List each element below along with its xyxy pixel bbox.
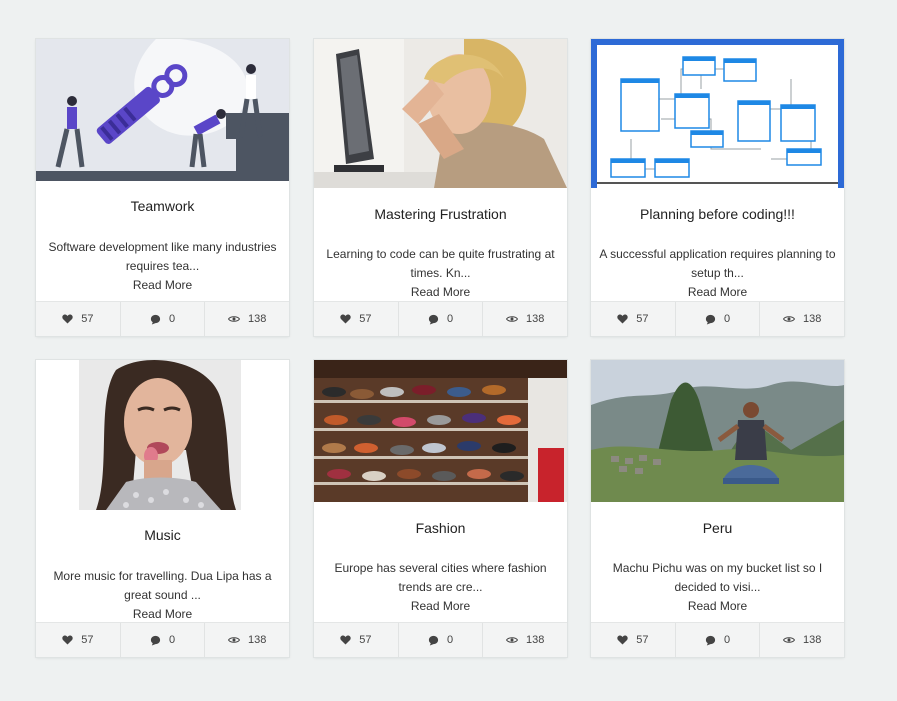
- eye-icon: [783, 315, 795, 323]
- post-title[interactable]: Planning before coding!!!: [591, 206, 844, 222]
- heart-icon: [62, 314, 73, 324]
- post-image[interactable]: [314, 360, 567, 502]
- view-count: 138: [803, 634, 822, 646]
- post-stats-bar: 57 0 138: [36, 622, 289, 657]
- post-excerpt: Learning to code can be quite frustratin…: [326, 247, 555, 280]
- view-count: 138: [248, 313, 267, 325]
- post-card[interactable]: Music More music for travelling. Dua Lip…: [36, 360, 289, 657]
- views-stat[interactable]: 138: [760, 623, 844, 657]
- comment-icon: [150, 314, 161, 325]
- view-count: 138: [248, 634, 267, 646]
- like-button[interactable]: 57: [591, 302, 676, 336]
- post-image[interactable]: [591, 360, 844, 502]
- like-count: 57: [636, 634, 649, 646]
- view-count: 138: [803, 313, 822, 325]
- post-stats-bar: 57 0 138: [591, 622, 844, 657]
- views-stat[interactable]: 138: [483, 623, 567, 657]
- views-stat[interactable]: 138: [760, 302, 844, 336]
- post-title[interactable]: Music: [36, 527, 289, 543]
- comment-button[interactable]: 0: [676, 623, 761, 657]
- read-more-link[interactable]: Read More: [314, 599, 567, 613]
- post-excerpt: More music for travelling. Dua Lipa has …: [53, 569, 272, 602]
- read-more-link[interactable]: Read More: [314, 285, 567, 299]
- eye-icon: [506, 315, 518, 323]
- heart-icon: [617, 314, 628, 324]
- post-excerpt: A successful application requires planni…: [599, 247, 836, 280]
- post-image[interactable]: [591, 39, 844, 188]
- comment-count: 0: [446, 634, 454, 646]
- comment-button[interactable]: 0: [676, 302, 761, 336]
- eye-icon: [506, 636, 518, 644]
- comment-count: 0: [168, 634, 176, 646]
- like-button[interactable]: 57: [36, 623, 121, 657]
- eye-icon: [228, 636, 240, 644]
- like-count: 57: [359, 634, 372, 646]
- comment-count: 0: [168, 313, 176, 325]
- post-image[interactable]: [36, 360, 289, 510]
- eye-icon: [228, 315, 240, 323]
- views-stat[interactable]: 138: [205, 623, 289, 657]
- views-stat[interactable]: 138: [483, 302, 567, 336]
- comment-icon: [705, 635, 716, 646]
- like-button[interactable]: 57: [36, 302, 121, 336]
- post-card[interactable]: Peru Machu Pichu was on my bucket list s…: [591, 360, 844, 657]
- like-button[interactable]: 57: [591, 623, 676, 657]
- post-excerpt: Europe has several cities where fashion …: [334, 561, 547, 594]
- read-more-link[interactable]: Read More: [591, 285, 844, 299]
- like-button[interactable]: 57: [314, 623, 399, 657]
- post-card[interactable]: Mastering Frustration Learning to code c…: [314, 39, 567, 336]
- read-more-link[interactable]: Read More: [591, 599, 844, 613]
- post-title[interactable]: Teamwork: [36, 198, 289, 214]
- post-title[interactable]: Fashion: [314, 520, 567, 536]
- post-excerpt: Machu Pichu was on my bucket list so I d…: [612, 561, 823, 594]
- post-stats-bar: 57 0 138: [36, 301, 289, 336]
- heart-icon: [62, 635, 73, 645]
- comment-count: 0: [446, 313, 454, 325]
- post-excerpt: Software development like many industrie…: [48, 240, 277, 273]
- comment-count: 0: [723, 313, 731, 325]
- eye-icon: [783, 636, 795, 644]
- like-count: 57: [81, 634, 94, 646]
- post-card[interactable]: Teamwork Software development like many …: [36, 39, 289, 336]
- post-stats-bar: 57 0 138: [591, 301, 844, 336]
- post-card[interactable]: Fashion Europe has several cities where …: [314, 360, 567, 657]
- post-title[interactable]: Mastering Frustration: [314, 206, 567, 222]
- post-stats-bar: 57 0 138: [314, 622, 567, 657]
- post-card[interactable]: Planning before coding!!! A successful a…: [591, 39, 844, 336]
- comment-button[interactable]: 0: [121, 623, 206, 657]
- heart-icon: [340, 314, 351, 324]
- view-count: 138: [526, 634, 545, 646]
- comment-button[interactable]: 0: [399, 623, 484, 657]
- comment-icon: [150, 635, 161, 646]
- like-count: 57: [636, 313, 649, 325]
- heart-icon: [617, 635, 628, 645]
- comment-icon: [428, 635, 439, 646]
- comment-button[interactable]: 0: [399, 302, 484, 336]
- comment-icon: [428, 314, 439, 325]
- views-stat[interactable]: 138: [205, 302, 289, 336]
- read-more-link[interactable]: Read More: [36, 607, 289, 621]
- heart-icon: [340, 635, 351, 645]
- post-image[interactable]: [314, 39, 567, 188]
- post-image[interactable]: [36, 39, 289, 181]
- like-button[interactable]: 57: [314, 302, 399, 336]
- comment-icon: [705, 314, 716, 325]
- like-count: 57: [81, 313, 94, 325]
- comment-button[interactable]: 0: [121, 302, 206, 336]
- read-more-link[interactable]: Read More: [36, 278, 289, 292]
- post-stats-bar: 57 0 138: [314, 301, 567, 336]
- post-title[interactable]: Peru: [591, 520, 844, 536]
- comment-count: 0: [723, 634, 731, 646]
- view-count: 138: [526, 313, 545, 325]
- like-count: 57: [359, 313, 372, 325]
